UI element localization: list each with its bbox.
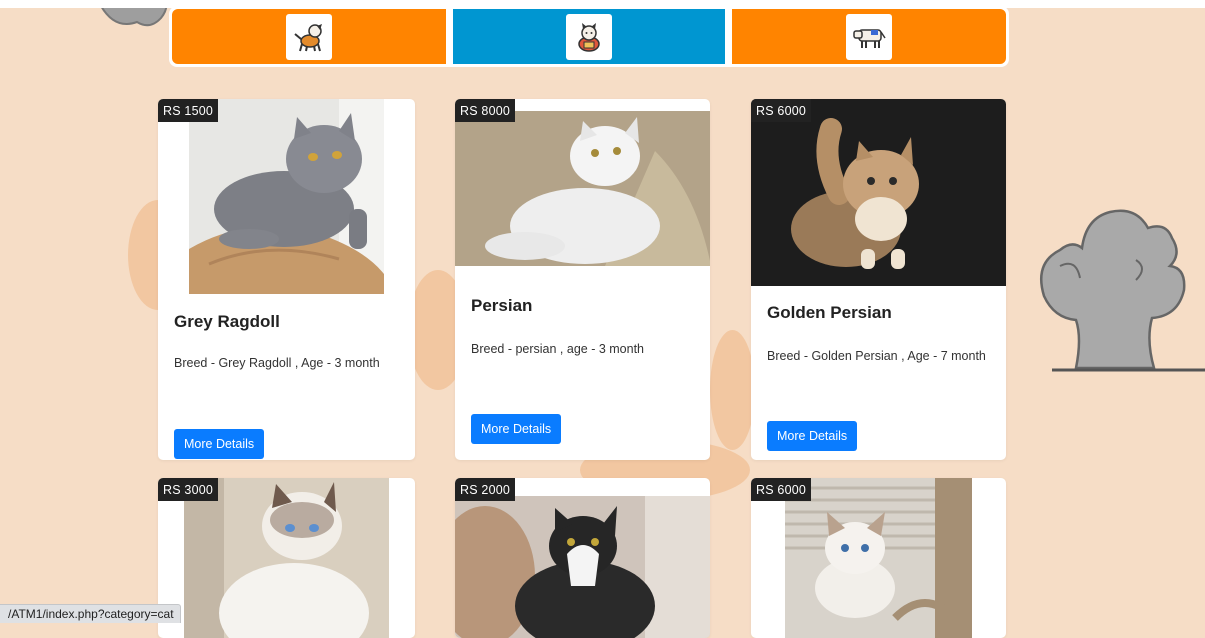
product-card: RS 2000	[455, 478, 710, 638]
cow-icon	[853, 28, 886, 48]
price-badge: RS 3000	[158, 478, 219, 501]
product-card: RS 6000 Golden Persian Breed - Golden Pe…	[751, 99, 1006, 460]
price-badge: RS 8000	[455, 99, 516, 122]
cat-icon-box	[566, 13, 612, 60]
cat-photo-tuxedo	[455, 496, 710, 638]
cat-photo-persian	[455, 111, 710, 266]
card-title: Grey Ragdoll	[174, 312, 280, 331]
paw-decoration-right	[1040, 209, 1205, 372]
more-details-button[interactable]: More Details	[767, 421, 858, 451]
price-badge: RS 6000	[751, 478, 812, 501]
card-description: Breed - persian , age - 3 month	[471, 342, 645, 356]
tab-cats[interactable]	[453, 9, 725, 64]
cow-icon-box	[846, 13, 892, 60]
card-title: Persian	[471, 296, 533, 315]
dog-icon	[294, 23, 322, 51]
cat-photo-golden-persian	[751, 99, 1006, 286]
price-badge: RS 6000	[751, 99, 812, 122]
status-bar-url: /ATM1/index.php?category=cat	[0, 604, 181, 623]
card-description: Breed - Grey Ragdoll , Age - 3 month	[174, 356, 380, 370]
cat-icon	[578, 22, 600, 52]
card-title: Golden Persian	[767, 303, 892, 322]
more-details-button[interactable]: More Details	[174, 429, 265, 459]
price-badge: RS 1500	[158, 99, 219, 122]
tab-dogs[interactable]	[172, 9, 446, 64]
dog-icon-box	[286, 13, 332, 60]
product-card: RS 3000	[158, 478, 415, 638]
cat-photo-ragdoll	[184, 478, 389, 638]
cat-photo-white-kitten	[785, 478, 972, 638]
tab-cattle[interactable]	[732, 9, 1006, 64]
price-badge: RS 2000	[455, 478, 516, 501]
card-description: Breed - Golden Persian , Age - 7 month	[767, 349, 986, 363]
cat-photo-grey-ragdoll	[189, 99, 384, 294]
more-details-button[interactable]: More Details	[471, 414, 562, 444]
product-card: RS 6000	[751, 478, 1006, 638]
category-nav	[169, 6, 1009, 67]
product-card: RS 1500 Grey Ragdoll Breed - Grey Ragdol…	[158, 99, 415, 460]
product-card: RS 8000 Persian Breed - persian , age - …	[455, 99, 710, 460]
paw-bg-blob-mid2	[710, 330, 755, 450]
